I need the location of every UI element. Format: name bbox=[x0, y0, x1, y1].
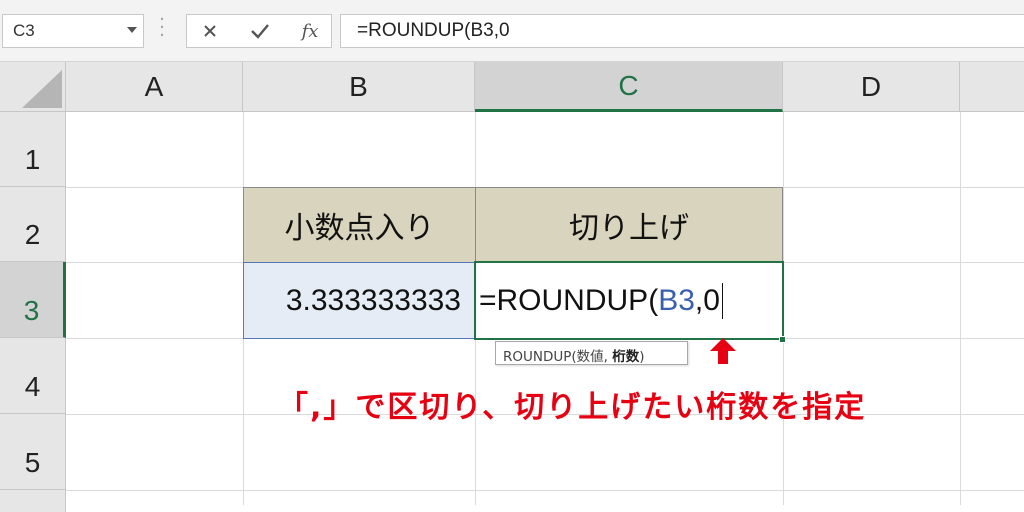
row-header-5[interactable]: 5 bbox=[0, 414, 66, 490]
formula-text: =ROUNDUP(B3,0 bbox=[357, 20, 510, 41]
function-tooltip: ROUNDUP(数値, 桁数) bbox=[495, 341, 688, 365]
gridline bbox=[960, 112, 961, 505]
column-header-e[interactable] bbox=[960, 62, 1024, 112]
annotation-text: 「,」で区切り、切り上げたい桁数を指定 bbox=[278, 390, 867, 425]
cell-b3[interactable]: 3.333333333 bbox=[243, 262, 476, 339]
close-icon bbox=[204, 25, 216, 37]
formula-prefix: =ROUNDUP( bbox=[479, 283, 659, 317]
select-all-triangle-icon bbox=[22, 70, 62, 108]
column-header-c[interactable]: C bbox=[475, 62, 783, 112]
cell-b2[interactable]: 小数点入り bbox=[243, 187, 476, 263]
column-header-a[interactable]: A bbox=[66, 62, 243, 112]
row-header-3[interactable]: 3 bbox=[0, 262, 66, 338]
tooltip-text: ROUNDUP(数値, bbox=[503, 349, 613, 365]
chevron-down-icon[interactable] bbox=[127, 27, 137, 33]
column-header-b[interactable]: B bbox=[243, 62, 475, 112]
check-icon bbox=[251, 24, 269, 39]
row-header-4[interactable]: 4 bbox=[0, 338, 66, 414]
formula-suffix: ,0 bbox=[694, 283, 720, 317]
name-box[interactable]: C3 bbox=[2, 14, 144, 48]
select-all-corner[interactable] bbox=[0, 62, 66, 112]
row-header-6[interactable] bbox=[0, 490, 66, 512]
fill-handle[interactable] bbox=[779, 336, 786, 343]
row-header-1[interactable]: 1 bbox=[0, 112, 66, 187]
cell-c2[interactable]: 切り上げ bbox=[475, 187, 783, 263]
column-header-d[interactable]: D bbox=[783, 62, 960, 112]
cell-c3-editing[interactable]: =ROUNDUP(B3,0 bbox=[474, 261, 784, 340]
formula-buttons: fx bbox=[186, 14, 332, 48]
gridline bbox=[66, 490, 1024, 491]
up-arrow-icon bbox=[710, 338, 736, 364]
tooltip-bold-arg: 桁数 bbox=[612, 349, 640, 365]
formula-input[interactable]: =ROUNDUP(B3,0 bbox=[340, 14, 1024, 48]
insert-function-button[interactable]: fx bbox=[287, 15, 333, 47]
enter-button[interactable] bbox=[237, 15, 283, 47]
row-header-2[interactable]: 2 bbox=[0, 187, 66, 262]
tooltip-close: ) bbox=[639, 349, 645, 365]
cell-reference: B3 bbox=[658, 283, 695, 317]
text-cursor bbox=[721, 282, 723, 319]
name-box-value: C3 bbox=[13, 21, 35, 40]
cancel-button[interactable] bbox=[187, 15, 233, 47]
drag-handle-icon[interactable]: · · · bbox=[158, 11, 166, 45]
fx-icon: fx bbox=[301, 20, 319, 42]
